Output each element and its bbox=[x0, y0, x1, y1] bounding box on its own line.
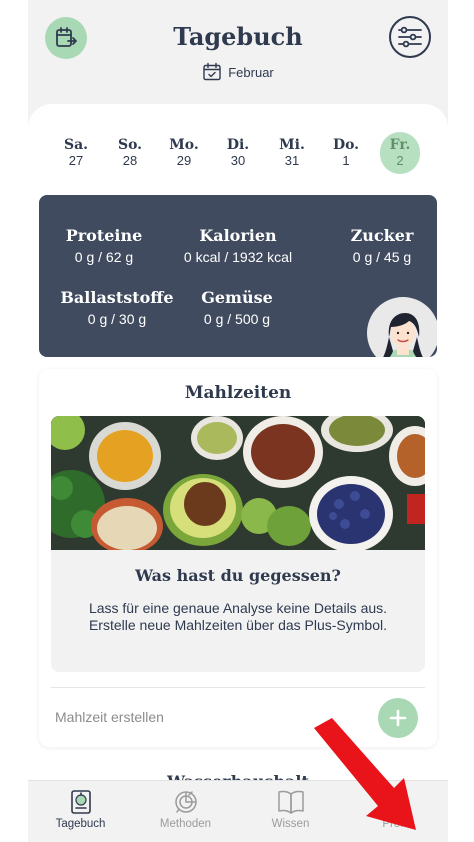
day-name: Do. bbox=[332, 137, 360, 153]
coach-illustration bbox=[383, 313, 423, 357]
tab-tagebuch[interactable]: Tagebuch bbox=[28, 781, 133, 842]
nutrient-vegetables: Gemüse 0 g / 500 g bbox=[183, 287, 291, 329]
day-date: 28 bbox=[122, 153, 138, 168]
header: Tagebuch Februar bbox=[28, 0, 448, 100]
sliders-icon bbox=[398, 26, 422, 48]
annotation-arrow-icon bbox=[314, 718, 416, 830]
meals-question: Was hast du gegessen? bbox=[135, 566, 341, 585]
day-name: Sa. bbox=[63, 137, 89, 153]
day-name: Mo. bbox=[169, 137, 199, 153]
day-date: 30 bbox=[230, 153, 246, 168]
meals-empty-state: Was hast du gegessen? Lass für eine gena… bbox=[51, 416, 425, 672]
nutrient-value: 0 g / 62 g bbox=[74, 249, 134, 265]
day-date: 31 bbox=[284, 153, 300, 168]
day-name: So. bbox=[117, 137, 143, 153]
create-meal-label[interactable]: Mahlzeit erstellen bbox=[55, 709, 164, 725]
day-fr[interactable]: Fr. 2 bbox=[380, 132, 420, 174]
nutrient-sugar: Zucker 0 g / 45 g bbox=[337, 225, 427, 267]
page-title: Tagebuch bbox=[173, 22, 303, 51]
day-name: Di. bbox=[226, 137, 250, 153]
divider bbox=[51, 687, 425, 688]
day-date: 1 bbox=[342, 153, 350, 168]
nutrient-proteins: Proteine 0 g / 62 g bbox=[49, 225, 159, 267]
nutrient-value: 0 g / 45 g bbox=[352, 249, 412, 265]
meals-card: Mahlzeiten Was hast du gegessen? Lass fü… bbox=[39, 369, 437, 747]
nutrient-fiber: Ballaststoffe 0 g / 30 g bbox=[53, 287, 181, 329]
day-name: Mi. bbox=[279, 137, 305, 153]
nutrient-label: Ballaststoffe bbox=[60, 288, 174, 307]
nutrient-calories: Kalorien 0 kcal / 1932 kcal bbox=[169, 225, 307, 267]
tab-label: Methoden bbox=[159, 818, 212, 830]
day-mo[interactable]: Mo. 29 bbox=[164, 132, 204, 174]
nutrition-summary-card[interactable]: Proteine 0 g / 62 g Kalorien 0 kcal / 19… bbox=[39, 195, 437, 357]
nutrient-label: Proteine bbox=[65, 226, 143, 245]
day-so[interactable]: So. 28 bbox=[110, 132, 150, 174]
nutrient-label: Zucker bbox=[350, 226, 414, 245]
day-date: 27 bbox=[68, 153, 84, 168]
meals-title: Mahlzeiten bbox=[184, 383, 292, 403]
meals-description: Lass für eine genaue Analyse keine Detai… bbox=[88, 600, 388, 633]
month-selector[interactable]: Februar bbox=[28, 62, 448, 82]
day-date: 2 bbox=[396, 153, 404, 168]
app-screen: Tagebuch Februar Sa. 27 So. 28 Mo. 29 Di. 30 Mi.… bbox=[28, 0, 448, 842]
coach-avatar[interactable] bbox=[367, 297, 437, 357]
menu-button[interactable] bbox=[389, 16, 431, 58]
calendar-icon bbox=[203, 62, 221, 81]
day-do[interactable]: Do. 1 bbox=[326, 132, 366, 174]
day-sa[interactable]: Sa. 27 bbox=[56, 132, 96, 174]
diary-icon bbox=[70, 790, 91, 814]
tab-label: Tagebuch bbox=[55, 818, 106, 830]
day-strip: Sa. 27 So. 28 Mo. 29 Di. 30 Mi. 31 Do. 1 Fr. 2 bbox=[42, 132, 434, 178]
month-label: Februar bbox=[228, 64, 274, 80]
methods-icon bbox=[174, 791, 197, 813]
nutrient-label: Kalorien bbox=[199, 226, 277, 245]
nutrient-value: 0 g / 30 g bbox=[87, 311, 147, 327]
food-photo bbox=[51, 416, 425, 550]
day-mi[interactable]: Mi. 31 bbox=[272, 132, 312, 174]
day-date: 29 bbox=[176, 153, 192, 168]
tab-methoden[interactable]: Methoden bbox=[133, 781, 238, 842]
day-name: Fr. bbox=[389, 137, 411, 153]
nutrient-value: 0 g / 500 g bbox=[203, 311, 271, 327]
nutrient-label: Gemüse bbox=[201, 288, 273, 307]
day-di[interactable]: Di. 30 bbox=[218, 132, 258, 174]
nutrient-value: 0 kcal / 1932 kcal bbox=[183, 249, 293, 265]
